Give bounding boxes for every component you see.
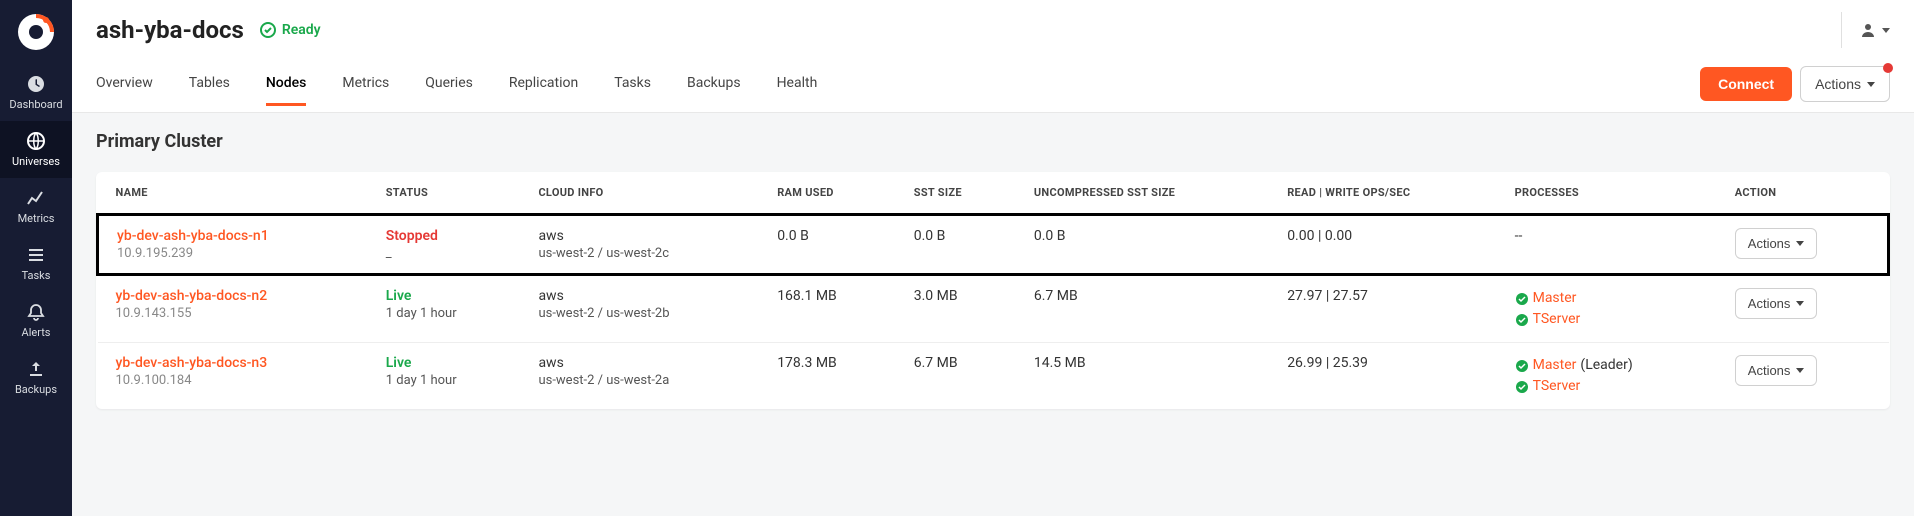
tab-tables[interactable]: Tables <box>189 63 230 106</box>
col-ops: READ | WRITE OPS/SEC <box>1269 172 1496 215</box>
col-status: STATUS <box>368 172 521 215</box>
master-link[interactable]: Master <box>1533 288 1577 309</box>
col-sst: SST SIZE <box>896 172 1016 215</box>
leader-label: (Leader) <box>1580 355 1632 376</box>
sidebar-item-dashboard[interactable]: Dashboard <box>0 64 72 121</box>
connect-button[interactable]: Connect <box>1700 67 1792 101</box>
tab-backups[interactable]: Backups <box>687 63 741 106</box>
alert-dot-icon <box>1883 63 1893 73</box>
cloud-provider: aws <box>538 228 741 244</box>
nodes-table-card: NAME STATUS CLOUD INFO RAM USED SST SIZE… <box>96 172 1890 409</box>
ram-used: 0.0 B <box>759 215 896 275</box>
ops: 26.99 | 25.39 <box>1269 343 1496 410</box>
page-title: ash-yba-docs <box>96 16 244 44</box>
usst-size: 14.5 MB <box>1016 343 1269 410</box>
check-circle-icon <box>260 22 276 38</box>
node-ip: 10.9.100.184 <box>116 373 350 388</box>
tserver-link[interactable]: TServer <box>1533 309 1581 330</box>
node-name-link[interactable]: yb-dev-ash-yba-docs-n3 <box>116 355 350 371</box>
tabs-row: Overview Tables Nodes Metrics Queries Re… <box>72 56 1914 113</box>
col-cloud: CLOUD INFO <box>520 172 759 215</box>
sidebar-item-label: Tasks <box>22 269 51 282</box>
chevron-down-icon <box>1867 82 1875 87</box>
check-circle-icon <box>1515 380 1529 394</box>
status-text: Stopped <box>386 228 503 244</box>
tab-replication[interactable]: Replication <box>509 63 578 106</box>
section-title: Primary Cluster <box>96 131 1890 152</box>
sidebar-item-universes[interactable]: Universes <box>0 121 72 178</box>
chevron-down-icon <box>1796 368 1804 373</box>
check-circle-icon <box>1515 359 1529 373</box>
col-ram: RAM USED <box>759 172 896 215</box>
col-usst: UNCOMPRESSED SST SIZE <box>1016 172 1269 215</box>
node-name-link[interactable]: yb-dev-ash-yba-docs-n1 <box>117 228 350 244</box>
sidebar-item-backups[interactable]: Backups <box>0 349 72 406</box>
user-menu[interactable] <box>1841 12 1890 48</box>
table-row: yb-dev-ash-yba-docs-n3 10.9.100.184 Live… <box>98 343 1889 410</box>
cloud-region: us-west-2 / us-west-2c <box>538 246 741 261</box>
uptime: _ <box>386 246 503 261</box>
chevron-down-icon <box>1796 241 1804 246</box>
sidebar-item-alerts[interactable]: Alerts <box>0 292 72 349</box>
col-name: NAME <box>98 172 368 215</box>
chevron-down-icon <box>1882 28 1890 33</box>
row-actions-dropdown[interactable]: Actions <box>1735 355 1818 386</box>
cloud-provider: aws <box>538 355 741 371</box>
logo <box>12 8 60 56</box>
tab-metrics[interactable]: Metrics <box>342 63 389 106</box>
uptime: 1 day 1 hour <box>386 373 503 388</box>
ops: 0.00 | 0.00 <box>1269 215 1496 275</box>
status-badge: Ready <box>260 22 321 38</box>
col-action: ACTION <box>1717 172 1889 215</box>
sidebar-item-label: Metrics <box>18 212 55 225</box>
user-icon <box>1858 20 1878 40</box>
row-actions-dropdown[interactable]: Actions <box>1735 228 1818 259</box>
ops: 27.97 | 27.57 <box>1269 275 1496 343</box>
processes: Master TServer <box>1497 275 1717 343</box>
tab-queries[interactable]: Queries <box>425 63 473 106</box>
status-text: Live <box>386 288 503 304</box>
sidebar-item-tasks[interactable]: Tasks <box>0 235 72 292</box>
sidebar-item-label: Backups <box>15 383 57 396</box>
table-row: yb-dev-ash-yba-docs-n2 10.9.143.155 Live… <box>98 275 1889 343</box>
usst-size: 6.7 MB <box>1016 275 1269 343</box>
master-link[interactable]: Master <box>1533 355 1577 376</box>
sidebar-item-metrics[interactable]: Metrics <box>0 178 72 235</box>
sidebar: Dashboard Universes Metrics Tasks Alerts… <box>0 0 72 516</box>
ram-used: 168.1 MB <box>759 275 896 343</box>
tserver-link[interactable]: TServer <box>1533 376 1581 397</box>
cloud-region: us-west-2 / us-west-2a <box>538 373 741 388</box>
chevron-down-icon <box>1796 301 1804 306</box>
tab-health[interactable]: Health <box>777 63 818 106</box>
node-name-link[interactable]: yb-dev-ash-yba-docs-n2 <box>116 288 350 304</box>
uptime: 1 day 1 hour <box>386 306 503 321</box>
nodes-table: NAME STATUS CLOUD INFO RAM USED SST SIZE… <box>96 172 1890 409</box>
check-circle-icon <box>1515 292 1529 306</box>
sidebar-item-label: Universes <box>12 155 60 168</box>
tab-overview[interactable]: Overview <box>96 63 153 106</box>
col-proc: PROCESSES <box>1497 172 1717 215</box>
check-circle-icon <box>1515 313 1529 327</box>
cloud-provider: aws <box>538 288 741 304</box>
processes: -- <box>1497 215 1717 275</box>
row-actions-dropdown[interactable]: Actions <box>1735 288 1818 319</box>
ram-used: 178.3 MB <box>759 343 896 410</box>
sidebar-item-label: Dashboard <box>9 98 62 111</box>
usst-size: 0.0 B <box>1016 215 1269 275</box>
sst-size: 0.0 B <box>896 215 1016 275</box>
node-ip: 10.9.143.155 <box>116 306 350 321</box>
sst-size: 3.0 MB <box>896 275 1016 343</box>
tab-tasks[interactable]: Tasks <box>614 63 651 106</box>
status-text: Live <box>386 355 503 371</box>
actions-dropdown[interactable]: Actions <box>1800 66 1890 102</box>
sidebar-item-label: Alerts <box>22 326 51 339</box>
topbar: ash-yba-docs Ready <box>72 0 1914 56</box>
node-ip: 10.9.195.239 <box>117 246 350 261</box>
table-row: yb-dev-ash-yba-docs-n1 10.9.195.239 Stop… <box>98 215 1889 275</box>
tab-nodes[interactable]: Nodes <box>266 63 306 106</box>
processes: Master (Leader) TServer <box>1497 343 1717 410</box>
cloud-region: us-west-2 / us-west-2b <box>538 306 741 321</box>
sst-size: 6.7 MB <box>896 343 1016 410</box>
